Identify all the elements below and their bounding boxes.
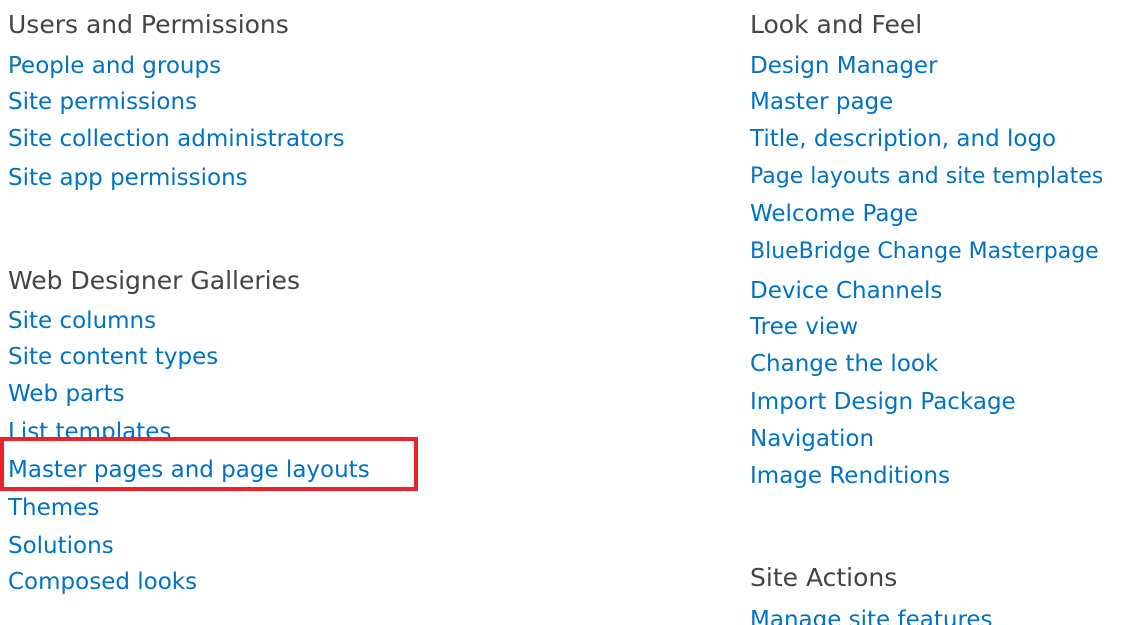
tree-view-link[interactable]: Tree view bbox=[750, 313, 858, 341]
master-page-link[interactable]: Master page bbox=[750, 88, 893, 116]
themes-link[interactable]: Themes bbox=[8, 494, 99, 522]
change-the-look-link[interactable]: Change the look bbox=[750, 350, 938, 378]
title-description-logo-link[interactable]: Title, description, and logo bbox=[750, 125, 1056, 153]
site-app-permissions-link[interactable]: Site app permissions bbox=[8, 164, 248, 192]
site-columns-link[interactable]: Site columns bbox=[8, 307, 156, 335]
design-manager-link[interactable]: Design Manager bbox=[750, 52, 938, 80]
import-design-package-link[interactable]: Import Design Package bbox=[750, 388, 1016, 416]
site-collection-administrators-link[interactable]: Site collection administrators bbox=[8, 125, 345, 153]
web-designer-galleries-heading: Web Designer Galleries bbox=[8, 266, 300, 295]
look-and-feel-heading: Look and Feel bbox=[750, 10, 923, 39]
site-permissions-link[interactable]: Site permissions bbox=[8, 88, 197, 116]
image-renditions-link[interactable]: Image Renditions bbox=[750, 462, 950, 490]
solutions-link[interactable]: Solutions bbox=[8, 532, 114, 560]
page-layouts-site-templates-link[interactable]: Page layouts and site templates bbox=[750, 163, 1103, 191]
navigation-link[interactable]: Navigation bbox=[750, 425, 874, 453]
master-pages-and-page-layouts-link[interactable]: Master pages and page layouts bbox=[8, 456, 370, 484]
site-content-types-link[interactable]: Site content types bbox=[8, 343, 218, 371]
bluebridge-change-masterpage-link[interactable]: BlueBridge Change Masterpage bbox=[750, 238, 1099, 266]
welcome-page-link[interactable]: Welcome Page bbox=[750, 200, 918, 228]
people-and-groups-link[interactable]: People and groups bbox=[8, 52, 221, 80]
site-actions-heading: Site Actions bbox=[750, 563, 898, 592]
manage-site-features-link[interactable]: Manage site features bbox=[750, 606, 993, 625]
web-parts-link[interactable]: Web parts bbox=[8, 380, 125, 408]
device-channels-link[interactable]: Device Channels bbox=[750, 277, 942, 305]
composed-looks-link[interactable]: Composed looks bbox=[8, 568, 197, 596]
users-permissions-heading: Users and Permissions bbox=[8, 10, 289, 39]
list-templates-link[interactable]: List templates bbox=[8, 418, 171, 440]
